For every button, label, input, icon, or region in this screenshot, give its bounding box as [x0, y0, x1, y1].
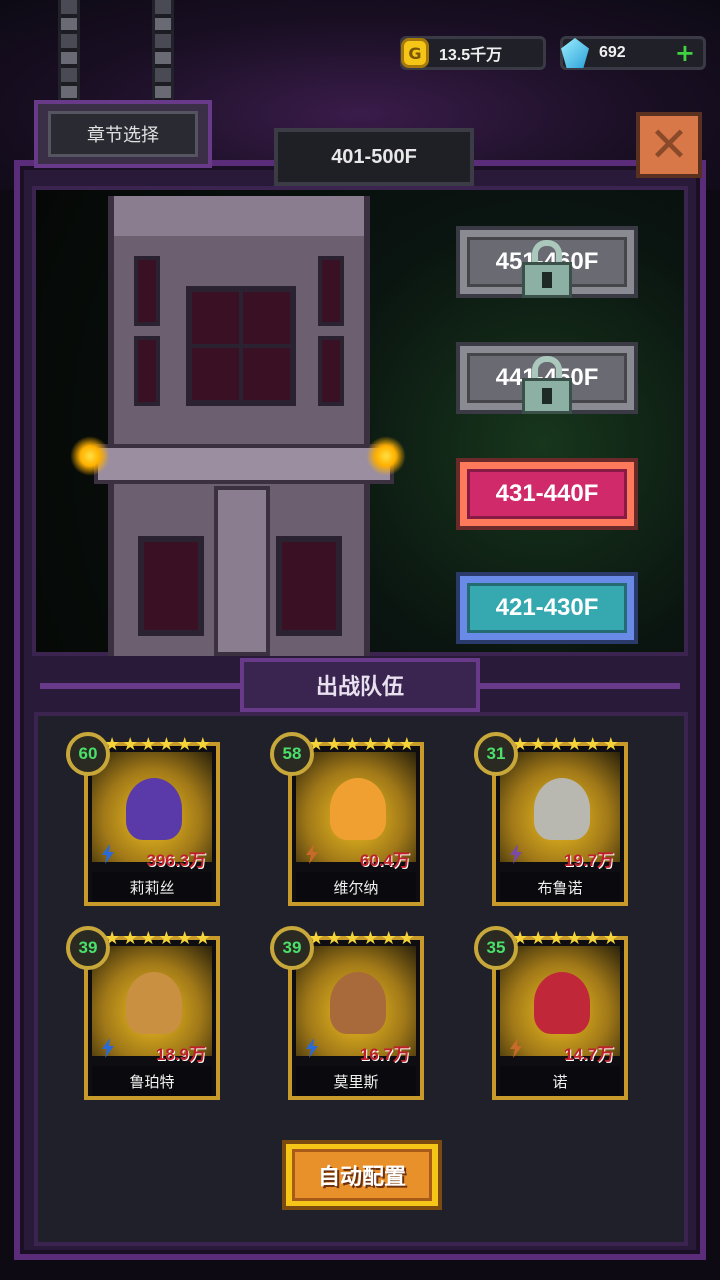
coin-amount: 13.5千万	[439, 47, 503, 64]
tower-pillar	[214, 486, 270, 656]
tower-door	[276, 536, 342, 636]
hero-sprite	[330, 778, 386, 840]
tower-top	[114, 196, 364, 236]
tower-illustration	[94, 196, 394, 656]
divider	[40, 683, 240, 689]
hero-card[interactable]: ★ ★ ★ ★ ★ ★ 396.3万 莉莉丝 60	[66, 732, 220, 906]
hero-level-badge: 58	[270, 732, 314, 776]
tower-window	[318, 256, 344, 326]
hero-power: 18.9万	[155, 1045, 206, 1064]
element-icon	[306, 1038, 318, 1058]
hero-name: 布鲁诺	[500, 872, 620, 902]
element-icon	[510, 844, 522, 864]
gem-icon	[561, 38, 589, 68]
hero-card[interactable]: ★ ★ ★ ★ ★ ★ 60.4万 维尔纳 58	[270, 732, 424, 906]
lock-icon	[522, 240, 572, 298]
tower-window	[134, 256, 160, 326]
hero-sprite	[126, 778, 182, 840]
hero-level-badge: 39	[270, 926, 314, 970]
hero-portrait: 396.3万	[92, 752, 212, 870]
hero-card[interactable]: ★ ★ ★ ★ ★ ★ 14.7万 诺 35	[474, 926, 628, 1100]
floor-button-441-450[interactable]: 441-450F	[456, 342, 638, 414]
hero-level-badge: 60	[66, 732, 110, 776]
hero-name: 莉莉丝	[92, 872, 212, 902]
divider	[480, 683, 680, 689]
tower-door	[138, 536, 204, 636]
floor-button-421-430[interactable]: 421-430F	[456, 572, 638, 644]
floor-button-451-460[interactable]: 451-460F	[456, 226, 638, 298]
hero-card[interactable]: ★ ★ ★ ★ ★ ★ 19.7万 布鲁诺 31	[474, 732, 628, 906]
floor-label: 421-430F	[495, 594, 599, 621]
hero-name: 诺	[500, 1066, 620, 1096]
chapter-select-label: 章节选择	[48, 111, 198, 157]
gem-amount: 692	[599, 44, 626, 61]
element-icon	[510, 1038, 522, 1058]
hero-portrait: 16.7万	[296, 946, 416, 1064]
hero-power: 396.3万	[146, 851, 206, 870]
add-gems-button[interactable]: +	[675, 41, 695, 65]
hero-name: 维尔纳	[296, 872, 416, 902]
hero-portrait: 18.9万	[92, 946, 212, 1064]
coin-icon: G	[401, 38, 429, 68]
hero-sprite	[330, 972, 386, 1034]
hero-sprite	[534, 778, 590, 840]
auto-assign-button[interactable]: 自动配置	[282, 1140, 442, 1210]
hero-power: 60.4万	[359, 851, 410, 870]
hero-portrait: 14.7万	[500, 946, 620, 1064]
element-icon	[102, 1038, 114, 1058]
auto-assign-label: 自动配置	[292, 1149, 432, 1201]
hero-level-badge: 35	[474, 926, 518, 970]
chain-right	[152, 0, 174, 100]
hero-name: 莫里斯	[296, 1066, 416, 1096]
floor-range-title: 401-500F	[274, 128, 474, 186]
close-button[interactable]: ✕	[636, 112, 702, 178]
torch-icon	[366, 436, 406, 476]
hero-power: 19.7万	[563, 851, 614, 870]
hero-power: 16.7万	[359, 1045, 410, 1064]
team-title: 出战队伍	[240, 658, 480, 712]
gem-display: 692 +	[560, 36, 706, 70]
hero-sprite	[126, 972, 182, 1034]
element-icon	[306, 844, 318, 864]
hero-sprite	[534, 972, 590, 1034]
floor-label: 431-440F	[495, 480, 599, 507]
chain-left	[58, 0, 80, 100]
element-icon	[102, 844, 114, 864]
hero-card[interactable]: ★ ★ ★ ★ ★ ★ 16.7万 莫里斯 39	[270, 926, 424, 1100]
tower-window-large	[186, 286, 296, 406]
hero-level-badge: 31	[474, 732, 518, 776]
hero-level-badge: 39	[66, 926, 110, 970]
hero-card[interactable]: ★ ★ ★ ★ ★ ★ 18.9万 鲁珀特 39	[66, 926, 220, 1100]
floor-button-431-440[interactable]: 431-440F	[456, 458, 638, 530]
tower-window	[318, 336, 344, 406]
coin-display: G 13.5千万	[400, 36, 546, 70]
chapter-select-button[interactable]: 章节选择	[34, 100, 212, 168]
hero-power: 14.7万	[563, 1045, 614, 1064]
lock-icon	[522, 356, 572, 414]
tower-band	[94, 444, 394, 484]
hero-portrait: 60.4万	[296, 752, 416, 870]
tower-window	[134, 336, 160, 406]
close-icon: ✕	[648, 117, 690, 173]
hero-portrait: 19.7万	[500, 752, 620, 870]
torch-icon	[70, 436, 110, 476]
hero-name: 鲁珀特	[92, 1066, 212, 1096]
